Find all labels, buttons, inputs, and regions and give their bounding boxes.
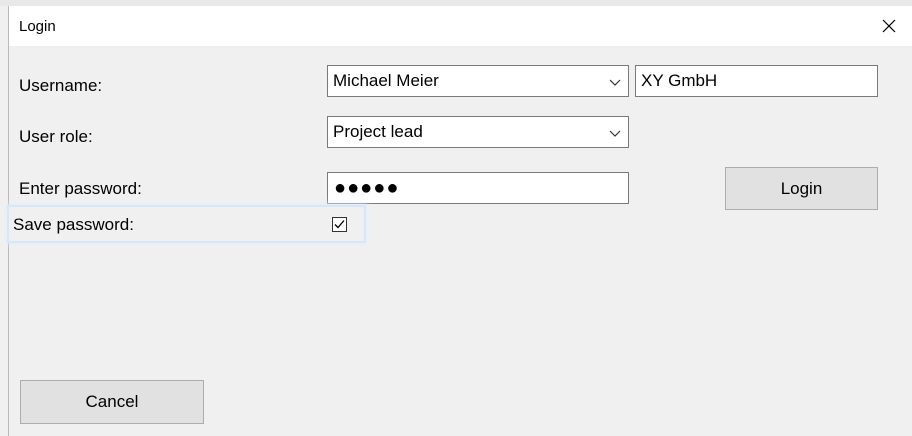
dialog-title: Login xyxy=(19,18,56,35)
title-bar: Login xyxy=(9,6,912,46)
check-icon xyxy=(334,220,345,229)
password-label: Enter password: xyxy=(19,179,142,198)
user-role-combobox[interactable]: Project lead xyxy=(327,116,629,148)
username-label: Username: xyxy=(19,76,103,95)
company-field[interactable]: XY GmbH xyxy=(635,65,878,97)
user-role-value: Project lead xyxy=(333,122,423,141)
close-icon xyxy=(882,19,896,33)
close-button[interactable] xyxy=(866,6,912,46)
chevron-down-icon xyxy=(609,130,621,137)
password-field[interactable]: ●●●●● xyxy=(327,172,629,204)
login-dialog: Login Username: Michael Meier XY GmbH Us… xyxy=(8,6,912,436)
company-value: XY GmbH xyxy=(641,71,718,90)
username-value: Michael Meier xyxy=(333,71,439,90)
user-role-label: User role: xyxy=(19,127,93,146)
cancel-button[interactable]: Cancel xyxy=(20,380,204,424)
chevron-down-icon xyxy=(609,79,621,86)
save-password-label: Save password: xyxy=(13,215,134,234)
login-button[interactable]: Login xyxy=(725,167,878,210)
save-password-row: Save password: xyxy=(9,207,364,241)
username-combobox[interactable]: Michael Meier xyxy=(327,65,629,97)
save-password-checkbox[interactable] xyxy=(332,217,347,232)
password-mask: ●●●●● xyxy=(334,177,400,199)
